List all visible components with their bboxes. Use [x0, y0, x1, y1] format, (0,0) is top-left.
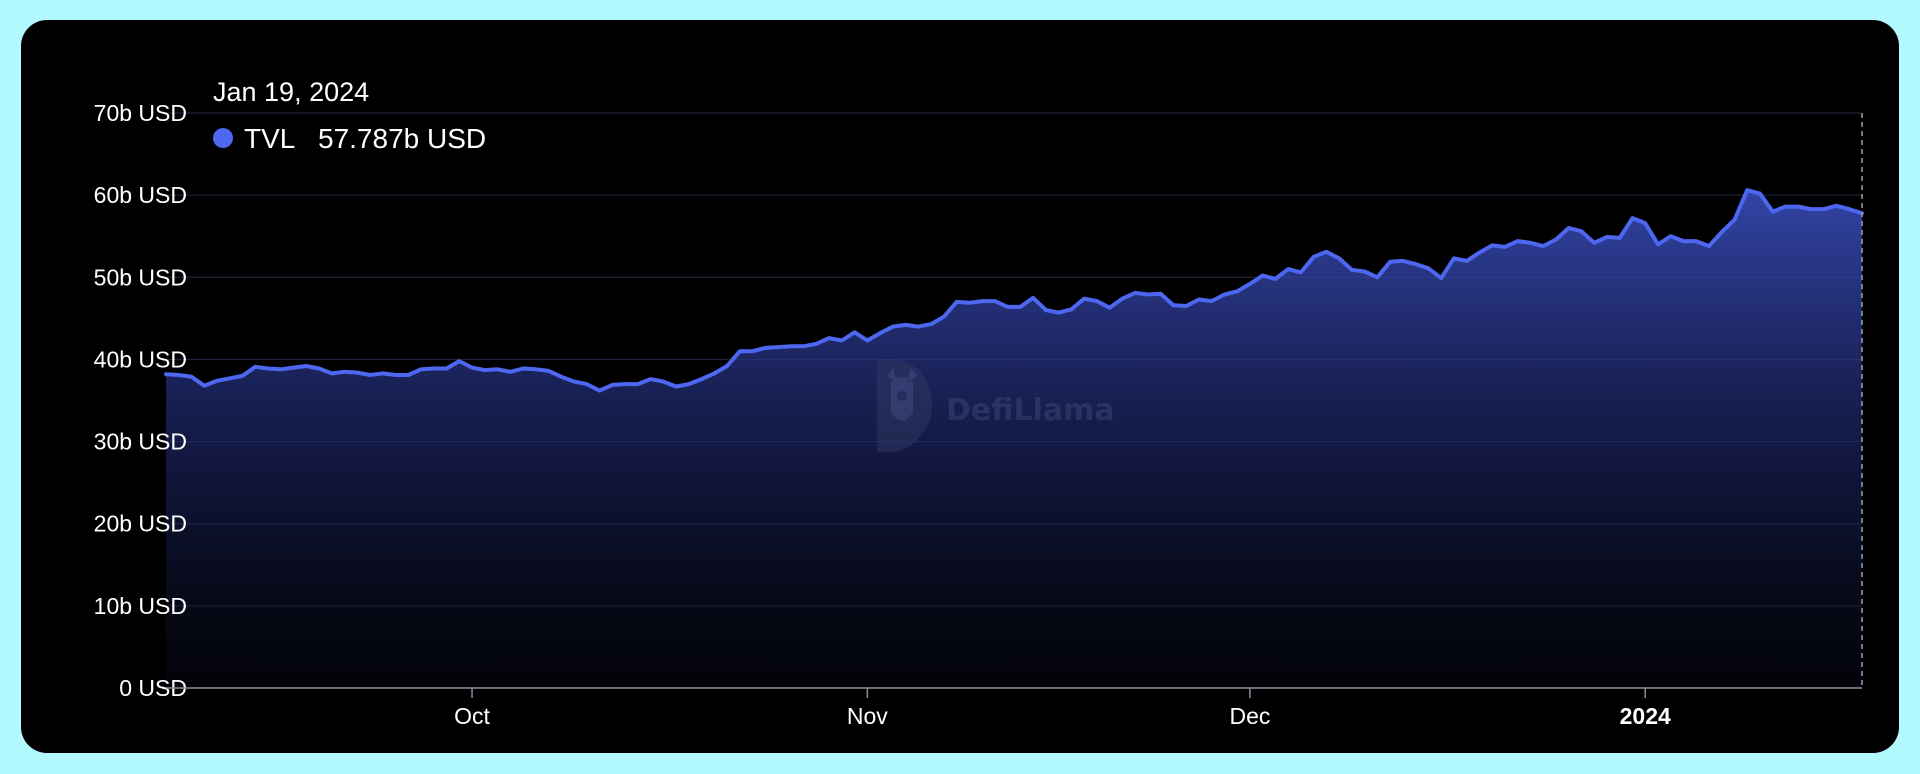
- y-tick-label: 20b USD: [94, 511, 187, 537]
- x-tick-label: Dec: [1229, 703, 1270, 729]
- area-layer: [166, 190, 1862, 688]
- tvl-chart[interactable]: DefiLlama 0 USD10b USD20b USD30b USD40b …: [21, 20, 1899, 753]
- tooltip-series-marker: [213, 128, 233, 148]
- y-tick-label: 60b USD: [94, 182, 187, 208]
- x-tick-label: Oct: [454, 703, 490, 729]
- tooltip-value: 57.787b USD: [318, 123, 486, 154]
- tvl-area: [166, 190, 1862, 688]
- x-tick-label: 2024: [1620, 703, 1671, 729]
- tooltip-series-name: TVL: [244, 123, 295, 154]
- y-tick-label: 70b USD: [94, 100, 187, 126]
- tooltip-date: Jan 19, 2024: [213, 77, 369, 107]
- y-tick-label: 50b USD: [94, 264, 187, 290]
- x-tick-label: Nov: [847, 703, 888, 729]
- x-axis: Oct Nov Dec 2024: [166, 687, 1862, 729]
- y-tick-label: 40b USD: [94, 346, 187, 372]
- tooltip: Jan 19, 2024 TVL 57.787b USD: [213, 77, 486, 154]
- watermark-text: DefiLlama: [946, 393, 1115, 428]
- y-tick-label: 30b USD: [94, 429, 187, 455]
- y-tick-label: 10b USD: [94, 593, 187, 619]
- chart-card: DefiLlama 0 USD 10b USD 20b USD 30b USD 40b …: [21, 20, 1899, 753]
